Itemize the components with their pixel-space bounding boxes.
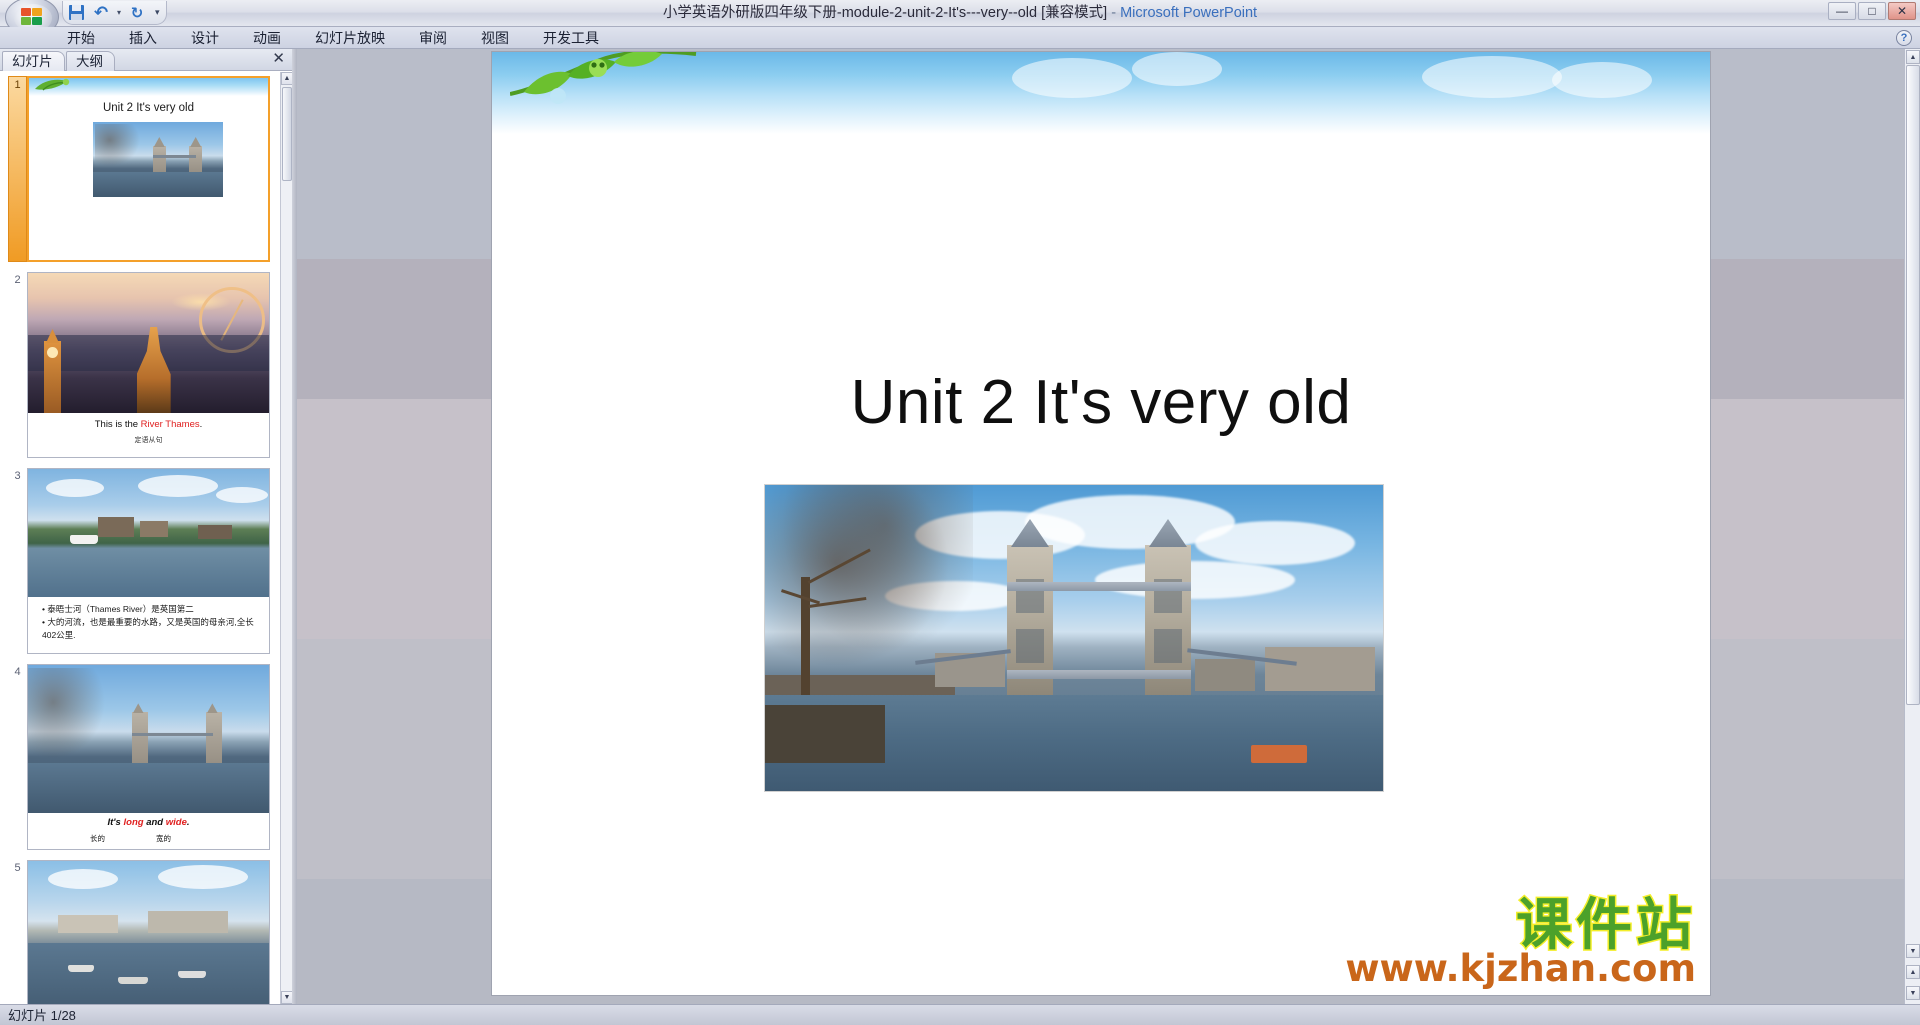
caption-prefix: It's [107, 817, 124, 828]
caption-highlight: River Thames [140, 419, 200, 430]
tab-design[interactable]: 设计 [174, 27, 236, 49]
ribbon-tabs: 开始 插入 设计 动画 幻灯片放映 审阅 视图 开发工具 [50, 27, 616, 49]
redo-icon[interactable]: ↻ [128, 4, 146, 22]
slides-pane: 幻灯片 大纲 ✕ 1 1 [0, 49, 293, 1004]
bullet-item-1: • 泰晤士河（Thames River）是英国第二 [42, 604, 194, 614]
previous-slide-icon[interactable]: ▲ [1906, 965, 1920, 979]
thumbnail-slide-4-sub-right: 宽的 [156, 834, 171, 843]
caption-period: . [186, 817, 190, 828]
watermark-chinese-text: 课件站 [1515, 893, 1696, 958]
powerpoint-window: 小学英语外研版四年级下册-module-2-unit-2-It's---very… [0, 0, 1920, 1025]
undo-dropdown-icon[interactable]: ▾ [117, 8, 121, 17]
tab-view[interactable]: 视图 [464, 27, 526, 49]
workspace: 幻灯片 大纲 ✕ 1 1 [0, 49, 1920, 1004]
canvas-scrollbar[interactable]: ▲ ▼ ▲ ▼ [1904, 49, 1920, 1004]
thumbnail-slide-2-caption: This is the River Thames. [28, 419, 269, 430]
bullet-2-text: 大的河流，也是最重要的水路，又是英国的母亲河,全长402公里. [42, 617, 254, 641]
next-slide-icon[interactable]: ▼ [1906, 986, 1920, 1000]
slides-pane-scrollbar[interactable]: ▲ ▼ [280, 72, 293, 1004]
slide-image-tower-bridge[interactable] [764, 484, 1384, 792]
slide-number-5: 5 [14, 862, 21, 874]
save-icon[interactable] [67, 4, 85, 22]
canvas-scrollbar-thumb[interactable] [1906, 65, 1920, 705]
thumbnail-slide-1-frame[interactable]: Unit 2 It's very old [27, 76, 270, 262]
canvas-scroll-up-icon[interactable]: ▲ [1906, 50, 1920, 64]
thumbnail-slide-1-title: Unit 2 It's very old [102, 102, 195, 114]
slide-number-3: 3 [14, 470, 21, 482]
tab-review[interactable]: 审阅 [402, 27, 464, 49]
document-title: 小学英语外研版四年级下册-module-2-unit-2-It's---very… [662, 5, 1108, 21]
caption-conjunction: and [143, 817, 166, 828]
thumbnail-slide-3[interactable]: 3 • 泰晤士河（Thames River）是英国第二 • 大的河流，也是最重要… [8, 468, 270, 654]
thumbnail-slide-4-caption: It's long and wide. [28, 817, 269, 828]
maximize-button[interactable]: □ [1858, 2, 1886, 20]
watermark: 课件站 www.kjzhan.com [1344, 893, 1697, 990]
thumbnail-slide-4-frame[interactable]: It's long and wide. 长的 宽的 [27, 664, 270, 850]
thumbnail-slide-5-frame[interactable] [27, 860, 270, 1004]
thumbnail-slide-5[interactable]: 5 [8, 860, 270, 1004]
minimize-button[interactable]: — [1828, 2, 1856, 20]
slide-thumbnail-list[interactable]: 1 1 Unit 2 It's very old [0, 72, 280, 1004]
caption-word-long: long [123, 817, 144, 828]
tab-outline[interactable]: 大纲 [66, 51, 115, 71]
active-slide[interactable]: Unit 2 It's very old 课件站 www.kjzhan.com [491, 51, 1711, 996]
thumbnail-slide-4-sub-left: 长的 [90, 834, 105, 843]
thumbnail-slide-4[interactable]: 4 It's long and wide. 长的 宽的 [8, 664, 270, 850]
status-bar: 幻灯片 1/28 [0, 1004, 1920, 1025]
thumbnail-slide-3-bullets: • 泰晤士河（Thames River）是英国第二 • 大的河流，也是最重要的水… [42, 603, 263, 643]
tab-home[interactable]: 开始 [50, 27, 112, 49]
big-ben-shape [44, 341, 61, 413]
watermark-url-text: www.kjzhan.com [1344, 947, 1697, 990]
foreground-tree [765, 485, 973, 689]
tab-animations[interactable]: 动画 [236, 27, 298, 49]
thumbnail-slide-3-frame[interactable]: • 泰晤士河（Thames River）是英国第二 • 大的河流，也是最重要的水… [27, 468, 270, 654]
thumbnail-slide-5-image [28, 861, 269, 1004]
thumbnail-slide-2-image [28, 273, 269, 413]
help-icon[interactable]: ? [1896, 30, 1912, 46]
leaf-decoration-icon [35, 78, 70, 91]
application-name: Microsoft PowerPoint [1120, 5, 1258, 21]
slide-number-2: 2 [14, 274, 21, 286]
thumbnail-slide-2-subcaption: 定语从句 [134, 437, 163, 444]
thumbnail-slide-1-image [93, 122, 223, 197]
thumbnail-slide-1[interactable]: 1 Unit 2 It's very old [8, 76, 270, 262]
slides-pane-tabs: 幻灯片 大纲 ✕ [0, 49, 292, 71]
vine-leaf-decoration-icon [510, 52, 697, 104]
thumbnail-slide-4-image [28, 665, 269, 813]
customize-quick-access-icon[interactable]: ▾ [153, 7, 160, 18]
canvas-scroll-down-icon[interactable]: ▼ [1906, 944, 1920, 958]
caption-word-wide: wide [165, 817, 187, 828]
caption-period: . [199, 419, 203, 430]
quick-access-toolbar: ↷ ▾ ↻ ▾ [62, 1, 167, 25]
slide-number-4: 4 [14, 666, 21, 678]
bullet-1-text: 泰晤士河（Thames River）是英国第二 [47, 604, 194, 614]
window-controls: — □ ✕ [1828, 2, 1916, 20]
title-bar: 小学英语外研版四年级下册-module-2-unit-2-It's---very… [0, 0, 1920, 37]
tab-slideshow[interactable]: 幻灯片放映 [298, 27, 402, 49]
scrollbar-thumb[interactable] [282, 87, 292, 181]
thumbnail-slide-2[interactable]: 2 This is the River Thames. 定语从句 [8, 272, 270, 458]
tab-insert[interactable]: 插入 [112, 27, 174, 49]
title-separator: - [1111, 5, 1117, 21]
window-title: 小学英语外研版四年级下册-module-2-unit-2-It's---very… [0, 0, 1920, 27]
slide-counter: 幻灯片 1/28 [8, 1008, 76, 1023]
red-boat [1251, 745, 1307, 763]
thumbnail-slide-2-frame[interactable]: This is the River Thames. 定语从句 [27, 272, 270, 458]
ribbon-tab-bar: 开始 插入 设计 动画 幻灯片放映 审阅 视图 开发工具 ? [0, 27, 1920, 49]
bullet-item-2: • 大的河流，也是最重要的水路，又是英国的母亲河,全长402公里. [42, 617, 254, 641]
slide-title-text[interactable]: Unit 2 It's very old [492, 367, 1710, 438]
close-pane-icon[interactable]: ✕ [272, 51, 285, 66]
slide-canvas-area: Unit 2 It's very old 课件站 www.kjzhan.com [297, 49, 1904, 1004]
caption-prefix: This is the [94, 419, 141, 430]
thumbnail-slide-3-image [28, 469, 269, 597]
undo-icon[interactable]: ↷ [92, 3, 110, 22]
close-button[interactable]: ✕ [1888, 2, 1916, 20]
tab-developer[interactable]: 开发工具 [526, 27, 616, 49]
tab-slides[interactable]: 幻灯片 [2, 51, 65, 71]
